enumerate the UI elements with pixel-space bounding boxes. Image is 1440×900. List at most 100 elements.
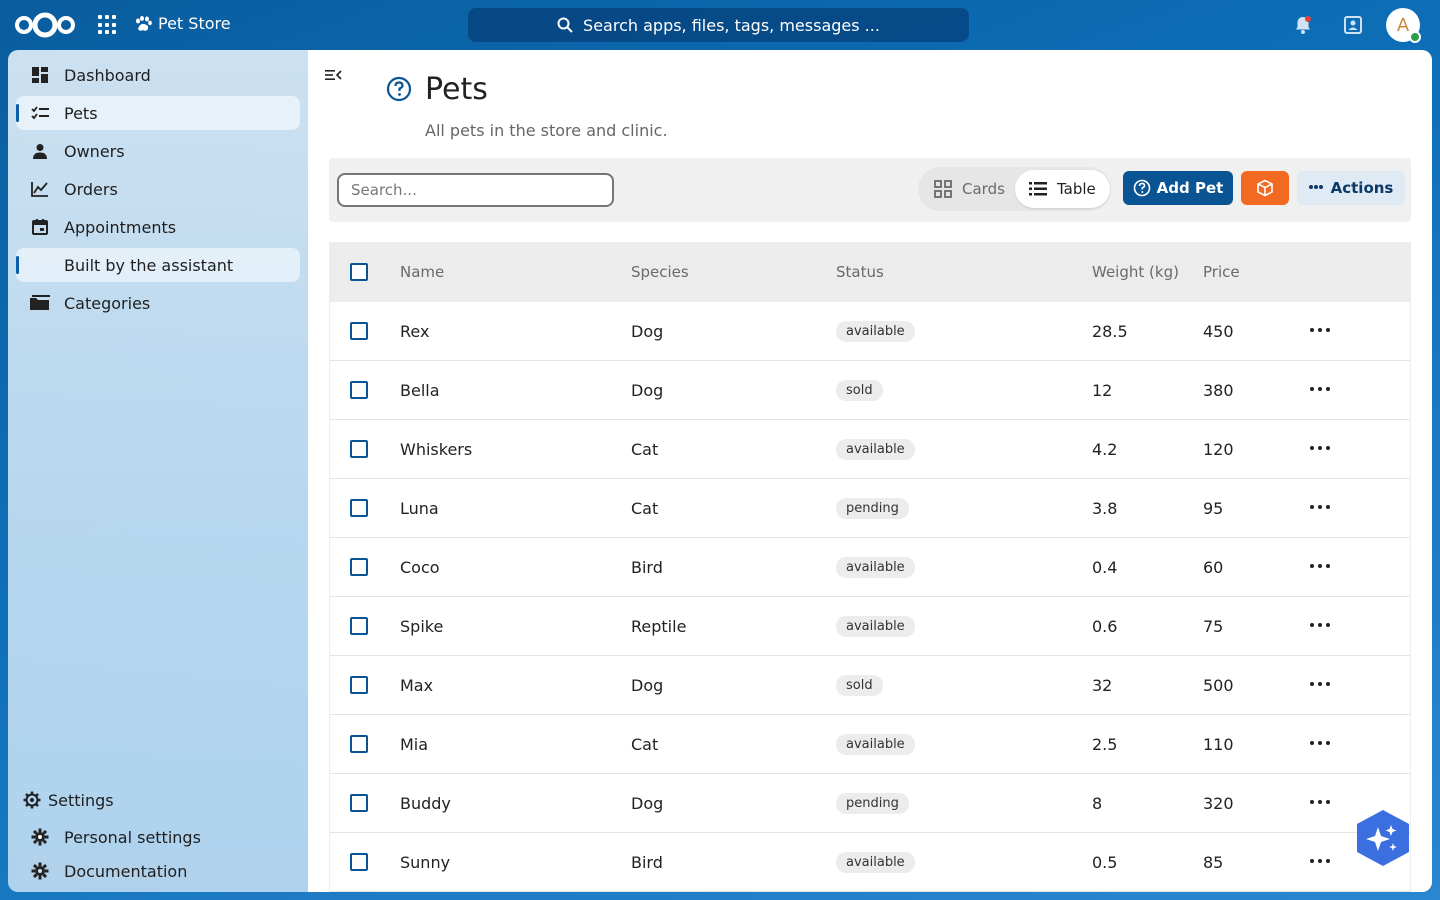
pet-name: Luna bbox=[400, 498, 439, 518]
row-checkbox[interactable] bbox=[350, 499, 368, 517]
row-actions-icon[interactable] bbox=[1310, 446, 1330, 452]
select-all-checkbox[interactable] bbox=[350, 263, 368, 281]
sidebar-item-label: Appointments bbox=[64, 217, 177, 237]
toolbar: Search... Cards Table Add Pet Actions bbox=[329, 158, 1411, 222]
table-row[interactable]: Mia Cat available 2.5 110 bbox=[329, 715, 1411, 774]
notifications-bell-icon[interactable] bbox=[1292, 14, 1314, 36]
status-badge: available bbox=[836, 438, 915, 460]
avatar-initial: A bbox=[1396, 14, 1410, 36]
column-header-name[interactable]: Name bbox=[400, 242, 444, 302]
sidebar-item-label: Dashboard bbox=[64, 65, 151, 85]
table-row[interactable]: Bella Dog sold 12 380 bbox=[329, 361, 1411, 420]
pet-weight: 2.5 bbox=[1092, 734, 1118, 754]
row-actions-icon[interactable] bbox=[1310, 741, 1330, 747]
app-content: Pets All pets in the store and clinic. S… bbox=[308, 50, 1432, 892]
list-icon bbox=[1029, 182, 1047, 196]
paw-icon bbox=[136, 15, 152, 31]
pet-name: Spike bbox=[400, 616, 444, 636]
user-avatar[interactable]: A bbox=[1386, 8, 1421, 43]
sidebar-item-settings[interactable]: Settings bbox=[16, 783, 306, 817]
online-status-icon bbox=[1409, 31, 1421, 43]
pet-weight: 12 bbox=[1092, 380, 1113, 400]
row-actions-icon[interactable] bbox=[1310, 505, 1330, 511]
sidebar-item-personal-settings[interactable]: Personal settings bbox=[16, 820, 306, 854]
row-actions-icon[interactable] bbox=[1310, 682, 1330, 688]
sidebar-item-appointments[interactable]: Appointments bbox=[16, 210, 300, 244]
package-icon bbox=[1257, 179, 1273, 197]
table-row[interactable]: Buddy Dog pending 8 320 bbox=[329, 774, 1411, 833]
view-table-button[interactable]: Table bbox=[1015, 170, 1110, 208]
pet-name: Coco bbox=[400, 557, 440, 577]
apps-grid-icon[interactable] bbox=[98, 15, 118, 35]
pet-price: 500 bbox=[1203, 675, 1234, 695]
sidebar-item-documentation[interactable]: Documentation bbox=[16, 854, 306, 888]
assistant-sparkle-icon[interactable] bbox=[1356, 809, 1410, 867]
row-actions-icon[interactable] bbox=[1310, 564, 1330, 570]
row-checkbox[interactable] bbox=[350, 322, 368, 340]
view-switcher: Cards Table bbox=[918, 167, 1111, 211]
pet-weight: 0.4 bbox=[1092, 557, 1118, 577]
sidebar-item-categories[interactable]: Categories bbox=[16, 286, 300, 320]
pet-species: Cat bbox=[631, 498, 659, 518]
unified-search-placeholder: Search apps, files, tags, messages ... bbox=[583, 15, 880, 35]
actions-menu-button[interactable]: Actions bbox=[1297, 171, 1405, 205]
contacts-icon[interactable] bbox=[1342, 14, 1364, 36]
column-header-status[interactable]: Status bbox=[836, 242, 884, 302]
table-row[interactable]: Spike Reptile available 0.6 75 bbox=[329, 597, 1411, 656]
row-actions-icon[interactable] bbox=[1310, 859, 1330, 865]
add-pet-button[interactable]: Add Pet bbox=[1123, 171, 1233, 205]
row-checkbox[interactable] bbox=[350, 558, 368, 576]
more-horizontal-icon bbox=[1308, 185, 1323, 191]
row-actions-icon[interactable] bbox=[1310, 623, 1330, 629]
sidebar-item-pets[interactable]: Pets bbox=[16, 96, 300, 130]
nextcloud-logo-icon[interactable] bbox=[14, 11, 76, 39]
sidebar-item-label: Personal settings bbox=[64, 827, 201, 847]
sidebar-item-owners[interactable]: Owners bbox=[16, 134, 300, 168]
table-row[interactable]: Sunny Bird available 0.5 85 bbox=[329, 833, 1411, 892]
view-cards-button[interactable]: Cards bbox=[920, 170, 1019, 208]
status-badge: available bbox=[836, 733, 915, 755]
view-table-label: Table bbox=[1057, 180, 1096, 198]
app-name-label: Pet Store bbox=[158, 14, 231, 33]
column-header-species[interactable]: Species bbox=[631, 242, 689, 302]
pet-species: Reptile bbox=[631, 616, 687, 636]
current-app[interactable]: Pet Store bbox=[134, 14, 231, 33]
sidebar-item-label: Built by the assistant bbox=[64, 255, 234, 275]
column-header-weight[interactable]: Weight (kg) bbox=[1092, 242, 1179, 302]
pet-species: Bird bbox=[631, 852, 663, 872]
sidebar-item-dashboard[interactable]: Dashboard bbox=[16, 58, 300, 92]
row-actions-icon[interactable] bbox=[1310, 387, 1330, 393]
row-checkbox[interactable] bbox=[350, 381, 368, 399]
table-row[interactable]: Rex Dog available 28.5 450 bbox=[329, 302, 1411, 361]
top-bar: Pet Store Search apps, files, tags, mess… bbox=[0, 0, 1440, 50]
person-icon bbox=[33, 144, 47, 159]
sidebar-settings[interactable]: Settings bbox=[16, 783, 306, 817]
sidebar-item-orders[interactable]: Orders bbox=[16, 172, 300, 206]
unified-search[interactable]: Search apps, files, tags, messages ... bbox=[468, 8, 969, 42]
table-row[interactable]: Max Dog sold 32 500 bbox=[329, 656, 1411, 715]
pet-search-input[interactable]: Search... bbox=[337, 173, 614, 207]
status-badge: sold bbox=[836, 674, 883, 696]
row-checkbox[interactable] bbox=[350, 794, 368, 812]
pet-price: 120 bbox=[1203, 439, 1234, 459]
sidebar-toggle-icon[interactable] bbox=[324, 66, 342, 84]
row-checkbox[interactable] bbox=[350, 617, 368, 635]
checklist-icon bbox=[31, 106, 49, 120]
row-checkbox[interactable] bbox=[350, 676, 368, 694]
row-actions-icon[interactable] bbox=[1310, 328, 1330, 334]
sidebar-item-built-by-assistant[interactable]: Built by the assistant bbox=[16, 248, 300, 282]
sidebar-personal-settings-wrap: Personal settings bbox=[16, 820, 306, 854]
row-checkbox[interactable] bbox=[350, 853, 368, 871]
package-button[interactable] bbox=[1241, 171, 1289, 205]
actions-label: Actions bbox=[1330, 179, 1394, 197]
app-navigation: Dashboard Pets Owners Orders Appointment… bbox=[8, 50, 308, 892]
table-row[interactable]: Luna Cat pending 3.8 95 bbox=[329, 479, 1411, 538]
row-checkbox[interactable] bbox=[350, 735, 368, 753]
table-row[interactable]: Whiskers Cat available 4.2 120 bbox=[329, 420, 1411, 479]
sidebar-item-label: Pets bbox=[64, 103, 98, 123]
column-header-price[interactable]: Price bbox=[1203, 242, 1240, 302]
row-actions-icon[interactable] bbox=[1310, 800, 1330, 806]
pet-name: Max bbox=[400, 675, 434, 695]
table-row[interactable]: Coco Bird available 0.4 60 bbox=[329, 538, 1411, 597]
row-checkbox[interactable] bbox=[350, 440, 368, 458]
